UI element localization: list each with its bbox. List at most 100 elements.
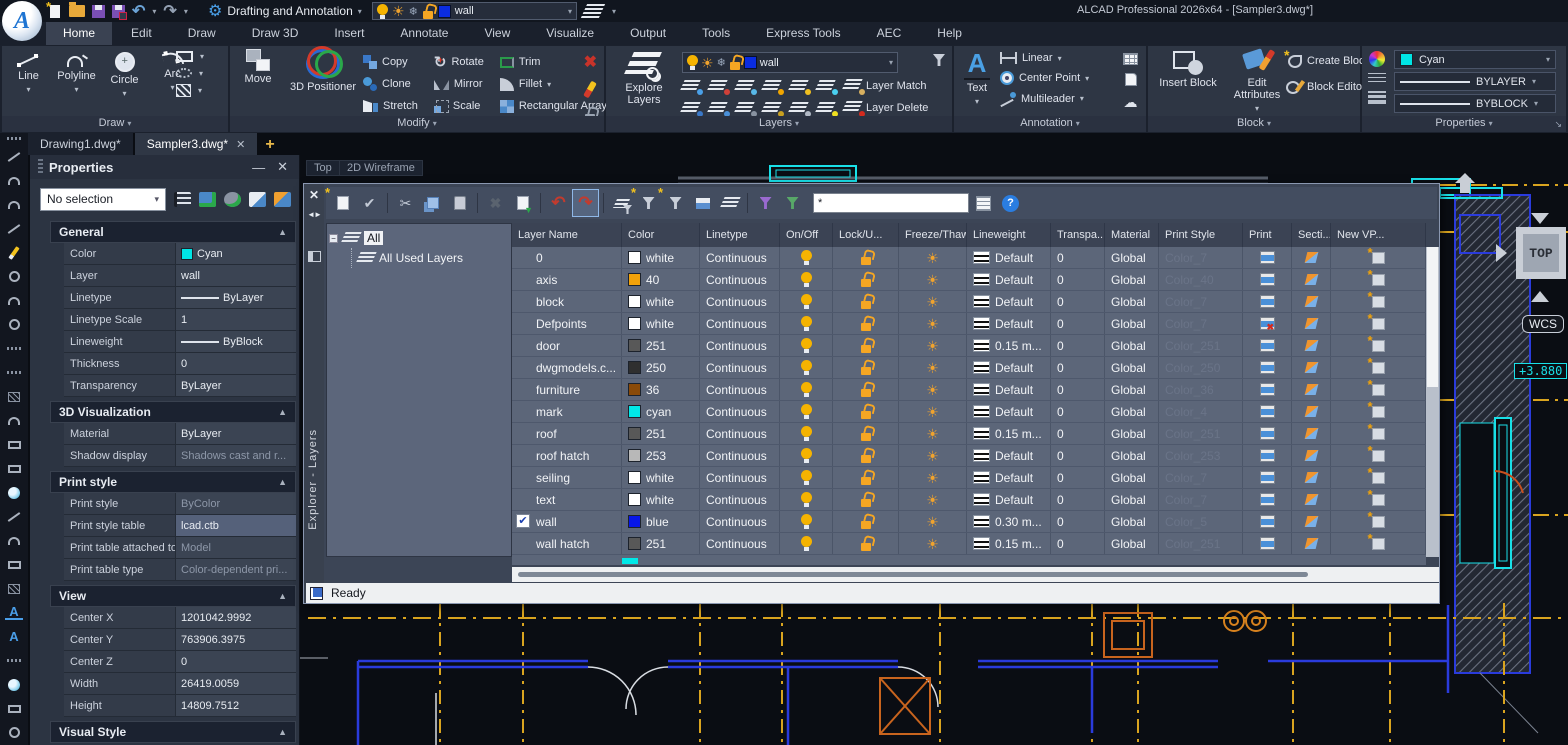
layer-lock-toggle[interactable] <box>833 401 899 422</box>
sort-icon[interactable] <box>174 192 191 207</box>
layer-name-cell[interactable]: axis <box>512 269 622 290</box>
layer-print-toggle[interactable] <box>1243 313 1292 334</box>
layer-onoff-toggle[interactable] <box>780 489 833 510</box>
layer-name-cell[interactable]: ✔wall <box>512 511 622 532</box>
draw-tool-ellipse-arc[interactable]: ▾ <box>176 68 204 78</box>
layer-printstyle-cell[interactable]: Color_251 <box>1159 335 1243 356</box>
modify-tool-stretch[interactable]: Stretch <box>363 95 418 117</box>
layer-row-furniture[interactable]: furniture36Continuous☀Default0GlobalColo… <box>512 379 1426 401</box>
properties-palette-header[interactable]: Properties — ✕ <box>30 155 299 179</box>
section-header-visual-style[interactable]: Visual Style▲ <box>50 721 296 743</box>
layer-lineweight-cell[interactable]: Default <box>967 467 1051 488</box>
divider-icon[interactable] <box>5 365 23 380</box>
new-drawing-icon[interactable] <box>48 3 62 19</box>
layer-color-cell[interactable]: white <box>622 467 700 488</box>
layer-transparency-cell[interactable]: 0 <box>1051 423 1105 444</box>
viewcube-home-icon[interactable] <box>1452 173 1478 195</box>
property-value[interactable]: Cyan <box>176 243 296 264</box>
undo-icon[interactable] <box>132 1 145 21</box>
property-value[interactable]: lcad.ctb <box>176 515 296 536</box>
column-header-linetype[interactable]: Linetype <box>700 223 780 247</box>
layer-lock-toggle[interactable] <box>833 445 899 466</box>
paste-icon[interactable] <box>447 190 472 216</box>
delete-icon[interactable]: ✖ <box>483 190 508 216</box>
layer-set-current-icon[interactable] <box>682 101 700 115</box>
layer-newvp-cell[interactable] <box>1331 335 1426 356</box>
layer-name-cell[interactable]: roof hatch <box>512 445 622 466</box>
hatch-edit-icon[interactable] <box>5 581 23 596</box>
close-icon[interactable]: ✕ <box>236 138 245 151</box>
layer-newvp-cell[interactable] <box>1331 467 1426 488</box>
section-header-view[interactable]: View▲ <box>50 585 296 607</box>
layer-lineweight-cell[interactable]: Default <box>967 313 1051 334</box>
property-value[interactable]: Shadows cast and r... <box>176 445 296 466</box>
layer-newvp-cell[interactable] <box>1331 291 1426 312</box>
layer-transparency-cell[interactable]: 0 <box>1051 335 1105 356</box>
layer-transparency-cell[interactable]: 0 <box>1051 269 1105 290</box>
layer-printstyle-cell[interactable]: Color_7 <box>1159 247 1243 268</box>
layer-newvp-cell[interactable] <box>1331 313 1426 334</box>
titlebar-layer-snow-icon[interactable]: ❄ <box>409 5 418 18</box>
circle-icon[interactable] <box>5 269 23 284</box>
chevron-down-icon[interactable]: ▾ <box>170 82 174 94</box>
layer-transparency-cell[interactable]: 0 <box>1051 247 1105 268</box>
layer-lock-toggle[interactable] <box>833 357 899 378</box>
layer-name-cell[interactable]: mark <box>512 401 622 422</box>
layer-row-wall-hatch[interactable]: wall hatch251Continuous☀0.15 m...0Global… <box>512 533 1426 555</box>
layer-lineweight-cell[interactable]: Default <box>967 489 1051 510</box>
modify-tool-copy[interactable]: Copy <box>363 51 418 73</box>
collapse-icon[interactable]: ▲ <box>278 591 287 601</box>
ribbon-tab-edit[interactable]: Edit <box>114 22 169 45</box>
annotation-tool-multileader[interactable]: Multileader▾ <box>1000 92 1089 105</box>
viewcube[interactable]: TOP <box>1516 227 1566 279</box>
layer-onoff-toggle[interactable] <box>780 401 833 422</box>
layer-print-toggle[interactable] <box>1243 401 1292 422</box>
layer-lineweight-cell[interactable]: 0.30 m... <box>967 511 1051 532</box>
construction-line-icon[interactable] <box>5 149 23 164</box>
layer-section-cell[interactable] <box>1292 467 1331 488</box>
set-current-icon[interactable]: ✔ <box>357 190 382 216</box>
undo-dropdown-icon[interactable]: ▾ <box>152 7 156 16</box>
ribbon-tab-tools[interactable]: Tools <box>685 22 747 45</box>
layer-lock-toggle[interactable] <box>833 511 899 532</box>
cut-icon[interactable]: ✂ <box>393 190 418 216</box>
layer-newvp-cell[interactable] <box>1331 247 1426 268</box>
leader-icon[interactable] <box>5 509 23 524</box>
table-vertical-scrollbar[interactable] <box>1426 247 1439 557</box>
layer-section-cell[interactable] <box>1292 269 1331 290</box>
layer-material-cell[interactable]: Global <box>1105 357 1159 378</box>
layer-transparency-cell[interactable]: 0 <box>1051 489 1105 510</box>
layer-translate-icon[interactable] <box>717 190 742 216</box>
modify-tool-rotate[interactable]: Rotate <box>434 51 484 73</box>
linetype-list-icon[interactable] <box>1368 73 1386 85</box>
layer-color-cell[interactable]: cyan <box>622 401 700 422</box>
layer-color-cell[interactable]: white <box>622 247 700 268</box>
layer-linetype-cell[interactable]: Continuous <box>700 511 780 532</box>
ribbon-tab-help[interactable]: Help <box>920 22 979 45</box>
layer-merge-icon[interactable] <box>736 101 754 115</box>
export-icon[interactable]: ▼ <box>510 190 535 216</box>
multiline-icon[interactable] <box>5 221 23 236</box>
layer-print-toggle[interactable] <box>1243 269 1292 290</box>
layer-transparency-cell[interactable]: 0 <box>1051 313 1105 334</box>
save-icon[interactable] <box>92 5 105 18</box>
layer-newvp-cell[interactable] <box>1331 445 1426 466</box>
ribbon-layer-dropdown[interactable]: wall ▾ ☀❄ <box>682 52 898 73</box>
layer-onoff-toggle[interactable] <box>780 511 833 532</box>
layer-lineweight-cell[interactable]: 0.15 m... <box>967 533 1051 554</box>
layer-onoff-toggle[interactable] <box>780 269 833 290</box>
layer-lineweight-cell[interactable]: Default <box>967 269 1051 290</box>
column-header-secti[interactable]: Secti... <box>1292 223 1331 247</box>
titlebar-layer-lock-icon[interactable] <box>422 4 434 19</box>
layer-print-toggle[interactable] <box>1243 423 1292 444</box>
property-value[interactable]: Model <box>176 537 296 558</box>
layer-printstyle-cell[interactable]: Color_251 <box>1159 423 1243 444</box>
layer-freeze-toggle[interactable]: ☀ <box>899 269 967 290</box>
layer-section-cell[interactable] <box>1292 423 1331 444</box>
layer-lineweight-cell[interactable]: 0.15 m... <box>967 335 1051 356</box>
draw-button-circle[interactable]: Circle▾ <box>102 49 147 100</box>
layer-linetype-cell[interactable]: Continuous <box>700 423 780 444</box>
modify-tool-scale[interactable]: Scale <box>434 95 484 117</box>
layer-name-cell[interactable]: door <box>512 335 622 356</box>
layer-freeze-toggle[interactable]: ☀ <box>899 247 967 268</box>
